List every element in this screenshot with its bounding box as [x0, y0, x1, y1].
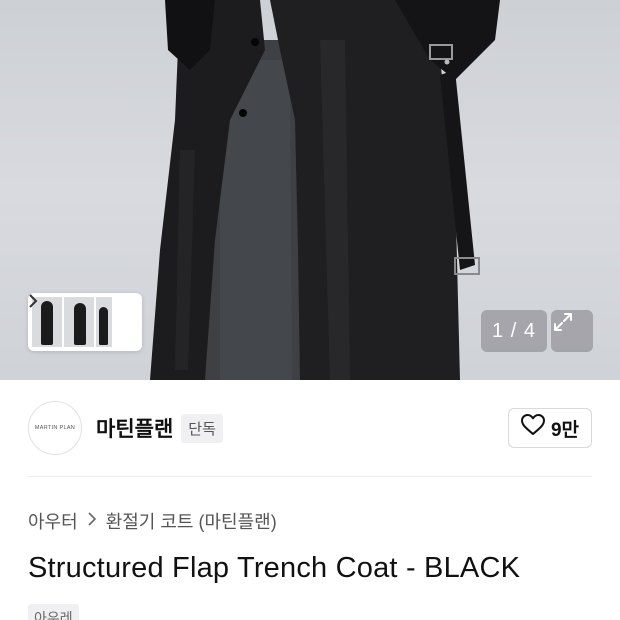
thumbnail-image[interactable] [64, 297, 94, 347]
breadcrumb: 아우터 환절기 코트 (마틴플랜) [28, 508, 277, 534]
brand-name[interactable]: 마틴플랜 [96, 413, 173, 443]
exclusive-badge: 단독 [181, 413, 223, 443]
divider [28, 476, 592, 477]
category-tag: 아우레 [28, 604, 79, 620]
thumbnail-strip[interactable] [28, 293, 142, 351]
thumbnail-image[interactable] [96, 297, 112, 347]
product-image-gallery[interactable]: 1 / 4 [0, 0, 620, 380]
breadcrumb-item-outer[interactable]: 아우터 [28, 508, 78, 534]
heart-icon [520, 414, 545, 442]
product-title: Structured Flap Trench Coat - BLACK [28, 552, 521, 584]
chevron-right-icon [88, 511, 96, 531]
brand-logo[interactable]: MARTIN PLAN [28, 401, 82, 455]
like-button[interactable]: 9만 [507, 408, 592, 448]
brand-row: MARTIN PLAN 마틴플랜 단독 9만 [0, 380, 620, 476]
breadcrumb-item-category[interactable]: 환절기 코트 (마틴플랜) [106, 508, 277, 534]
like-count: 9만 [550, 419, 579, 441]
brand-logo-text: MARTIN PLAN [34, 425, 76, 431]
image-counter: 1 / 4 [481, 310, 547, 352]
expand-button[interactable] [551, 310, 593, 352]
